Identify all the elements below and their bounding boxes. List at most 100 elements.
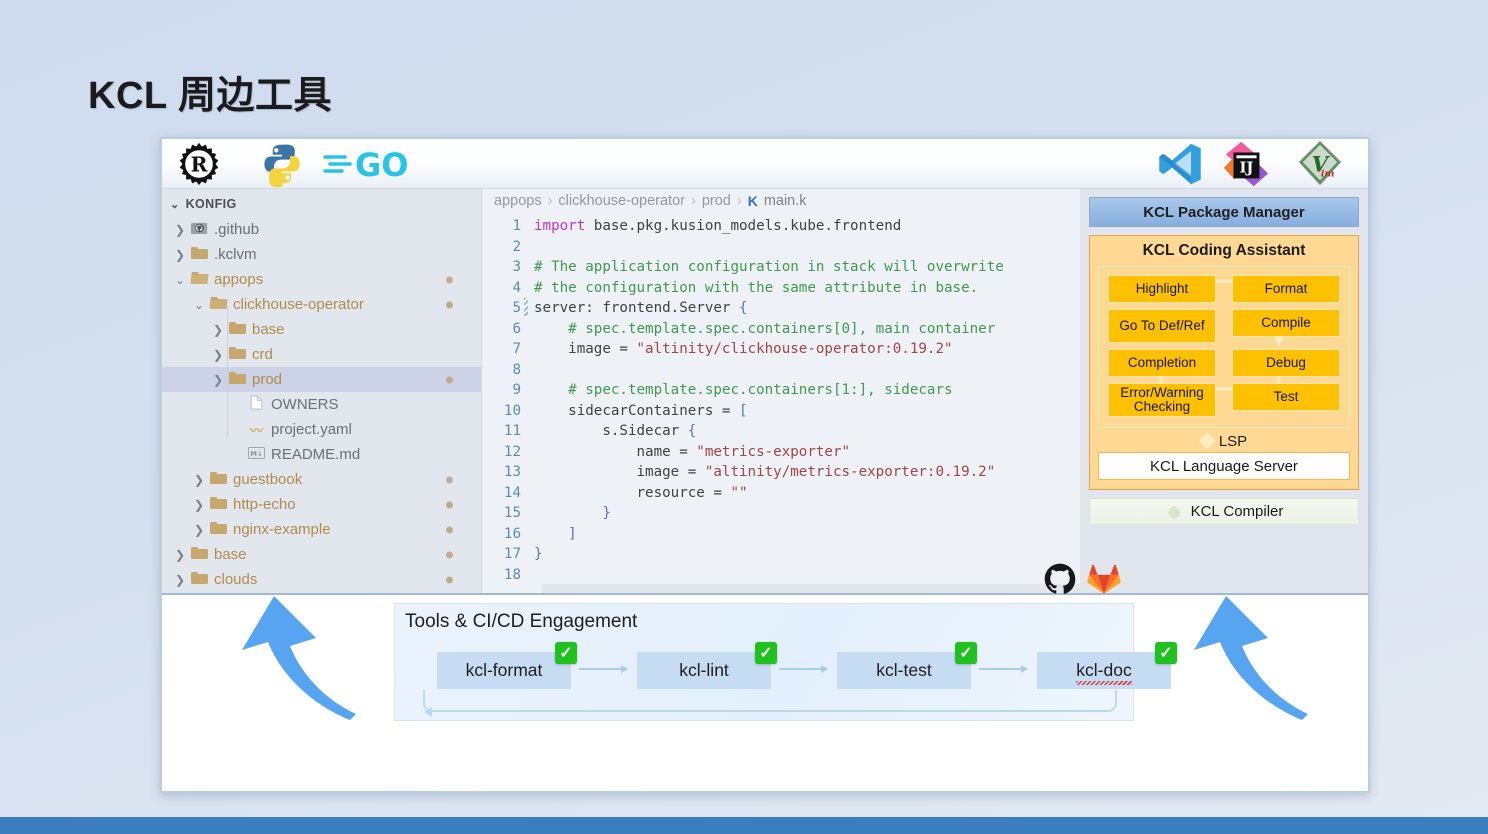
code-line[interactable]: image = "altinity/clickhouse-operator:0.… — [534, 339, 1080, 360]
editor-horizontal-scrollbar[interactable] — [542, 584, 1080, 593]
chevron-down-icon[interactable]: ⌄ — [172, 273, 188, 287]
tree-item-crd[interactable]: ❯ crd — [162, 342, 481, 367]
code-line[interactable]: resource = "" — [534, 483, 1080, 504]
code-line[interactable]: server: frontend.Server { — [534, 298, 1080, 319]
folder-icon — [188, 571, 210, 588]
intellij-idea-logo: IJ — [1220, 140, 1272, 188]
chevron-right-icon[interactable]: ❯ — [172, 548, 188, 562]
feature-button-test[interactable]: Test — [1232, 383, 1340, 411]
kcl-language-server-box[interactable]: KCL Language Server — [1098, 452, 1350, 480]
cicd-stage-kcl-doc[interactable]: kcl-doc ✓ — [1037, 642, 1177, 689]
tree-item-label: README.md — [271, 446, 361, 463]
python-logo — [260, 141, 304, 187]
folder-icon — [226, 321, 248, 338]
chevron-right-icon[interactable]: ❯ — [191, 523, 207, 537]
tree-item-nginx-example[interactable]: ❯ nginx-example — [162, 517, 481, 542]
tree-item-prod[interactable]: ❯ prod — [162, 367, 481, 392]
cicd-stage-kcl-format[interactable]: kcl-format ✓ — [437, 642, 577, 689]
tree-item--github[interactable]: ❯ .github — [162, 217, 481, 242]
page-title: KCL 周边工具 — [88, 75, 332, 117]
feature-button-compile[interactable]: Compile — [1232, 309, 1340, 337]
breadcrumb-separator-icon: › — [690, 193, 696, 209]
chevron-right-icon[interactable]: ❯ — [210, 323, 226, 337]
tree-item-clouds[interactable]: ❯ clouds — [162, 567, 481, 592]
tree-item-guestbook[interactable]: ❯ guestbook — [162, 467, 481, 492]
code-line[interactable]: s.Sidecar { — [534, 421, 1080, 442]
chevron-right-icon[interactable]: ❯ — [172, 248, 188, 262]
feature-button-go-to-def-ref[interactable]: Go To Def/Ref — [1108, 309, 1216, 343]
breadcrumb-item-0[interactable]: appops — [494, 193, 542, 209]
code-line[interactable] — [534, 360, 1080, 381]
breadcrumb-item-2[interactable]: prod — [702, 193, 731, 209]
tree-item-appops[interactable]: ⌄ appops — [162, 267, 481, 292]
feature-button-debug[interactable]: Debug — [1232, 349, 1340, 377]
code-line[interactable]: # the configuration with the same attrib… — [534, 278, 1080, 299]
explorer-root[interactable]: ⌄ KONFIG — [162, 195, 481, 217]
feature-grid[interactable]: Highlight Format Go To Def/Ref Compile Compl… — [1108, 275, 1340, 417]
tree-item-readme-md[interactable]: M↓ README.md — [162, 442, 481, 467]
code-token: name = — [636, 443, 697, 460]
line-number: 1 — [512, 218, 521, 234]
code-line[interactable]: image = "altinity/metrics-exporter:0.19.… — [534, 462, 1080, 483]
chevron-right-icon[interactable]: ❯ — [191, 498, 207, 512]
cicd-panel: Tools & CI/CD Engagement kcl-format ✓ kcl-… — [394, 563, 1177, 721]
tree-item-clickhouse-operator[interactable]: ⌄ clickhouse-operator — [162, 292, 481, 317]
code-token: { — [687, 423, 697, 439]
code-area[interactable]: 1 2 3 4 5 6 7 8 9 10 11 12 13 14 15 16 17 18 import base.… — [482, 213, 1080, 593]
tree-item-label: prod — [252, 371, 283, 388]
breadcrumb-separator-icon: › — [547, 193, 553, 209]
tree-item-owners[interactable]: OWNERS — [162, 392, 481, 417]
feature-button-error-warning-checking[interactable]: Error/Warning Checking — [1108, 383, 1216, 417]
code-line[interactable]: # spec.template.spec.containers[0], main… — [534, 319, 1080, 340]
code-line[interactable] — [534, 565, 1080, 586]
file-explorer[interactable]: ⌄ KONFIG ❯ .github ❯ .kclvm ⌄ appops ⌄ clickhou… — [162, 189, 482, 593]
gitlab-logo[interactable] — [1087, 562, 1121, 596]
tree-item--kclvm[interactable]: ❯ .kclvm — [162, 242, 481, 267]
code-line[interactable]: import base.pkg.kusion_models.kube.front… — [534, 216, 1080, 237]
feature-button-highlight[interactable]: Highlight — [1108, 275, 1216, 303]
tree-item-project-yaml[interactable]: 〰 project.yaml — [162, 417, 481, 442]
code-line[interactable]: } — [534, 503, 1080, 524]
tree-item-base[interactable]: ❯ base — [162, 317, 481, 342]
chevron-right-icon[interactable]: ❯ — [210, 348, 226, 362]
code-token: # spec.template.spec.containers[0], main… — [568, 320, 996, 337]
chevron-right-icon[interactable]: ❯ — [210, 373, 226, 387]
code-line[interactable]: name = "metrics-exporter" — [534, 442, 1080, 463]
ide-body: ⌄ KONFIG ❯ .github ❯ .kclvm ⌄ appops ⌄ clickhou… — [162, 189, 1368, 595]
code-line[interactable]: # The application configuration in stack… — [534, 257, 1080, 278]
tree-item-http-echo[interactable]: ❯ http-echo — [162, 492, 481, 517]
cicd-title: Tools & CI/CD Engagement — [405, 611, 638, 632]
kcl-package-manager-box[interactable]: KCL Package Manager — [1089, 197, 1359, 227]
breadcrumb-filename[interactable]: main.k — [764, 193, 807, 209]
code-content[interactable]: import base.pkg.kusion_models.kube.front… — [528, 213, 1080, 593]
chevron-right-icon[interactable]: ❯ — [172, 223, 188, 237]
chevron-down-icon[interactable]: ⌄ — [191, 298, 207, 312]
code-line[interactable]: ] — [534, 524, 1080, 545]
feature-button-format[interactable]: Format — [1232, 275, 1340, 303]
code-line[interactable]: sidecarContainers = [ — [534, 401, 1080, 422]
line-number: 8 — [512, 361, 521, 378]
code-token: # The application configuration in stack… — [534, 259, 1004, 275]
code-token: image = — [636, 464, 705, 480]
yaml-file-icon: 〰 — [249, 423, 263, 438]
breadcrumb-item-1[interactable]: clickhouse-operator — [558, 193, 685, 209]
github-logo[interactable] — [1043, 562, 1077, 596]
chevron-right-icon[interactable]: ❯ — [172, 573, 188, 587]
cicd-stage-kcl-lint[interactable]: kcl-lint ✓ — [637, 642, 777, 689]
line-number: 17 — [503, 546, 521, 562]
cicd-stage-kcl-test[interactable]: kcl-test ✓ — [837, 642, 977, 689]
feature-button-completion[interactable]: Completion — [1108, 349, 1216, 377]
code-line[interactable]: # spec.template.spec.containers[1:], sid… — [534, 380, 1080, 401]
tree-item-label: .kclvm — [214, 246, 257, 263]
folder-icon — [207, 496, 229, 513]
code-line[interactable]: } — [534, 544, 1080, 565]
code-editor[interactable]: appops › clickhouse-operator › prod › K … — [482, 189, 1080, 593]
code-line[interactable] — [534, 237, 1080, 258]
kcl-compiler-box[interactable]: KCL Compiler — [1089, 498, 1359, 525]
chevron-right-icon[interactable]: ❯ — [191, 473, 207, 487]
code-token: server: frontend.Server — [534, 300, 739, 316]
breadcrumb[interactable]: appops › clickhouse-operator › prod › K … — [482, 189, 1080, 213]
tree-item-base[interactable]: ❯ base — [162, 542, 481, 567]
